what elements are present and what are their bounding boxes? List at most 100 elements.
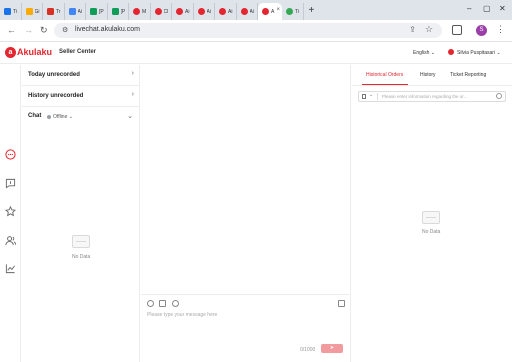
no-data-text: No Data bbox=[72, 254, 91, 260]
address-bar[interactable]: ⚙ livechat.akulaku.com ⇪ ☆ bbox=[54, 23, 442, 38]
url-text[interactable]: livechat.akulaku.com bbox=[75, 26, 140, 33]
tab-title: Ai bbox=[206, 8, 211, 15]
tab-favicon-icon bbox=[4, 8, 11, 15]
tab-title: Ai bbox=[249, 8, 254, 15]
history-unrecorded-row[interactable]: History unrecorded › bbox=[22, 86, 140, 107]
browser-menu-icon[interactable]: ⋮ bbox=[496, 24, 505, 35]
new-tab-button[interactable]: + bbox=[309, 5, 315, 17]
tab-title: Ai bbox=[77, 8, 82, 15]
send-button[interactable]: ➤ bbox=[321, 344, 343, 353]
tab-favicon-icon bbox=[25, 8, 33, 15]
back-icon[interactable]: ← bbox=[7, 25, 16, 35]
browser-tab[interactable]: [P bbox=[86, 3, 108, 20]
today-unrecorded-row[interactable]: Today unrecorded › bbox=[22, 65, 140, 86]
order-icon[interactable] bbox=[172, 300, 179, 307]
message-square-icon[interactable] bbox=[5, 178, 16, 189]
divider bbox=[377, 93, 378, 100]
browser-tab[interactable]: Ti bbox=[0, 3, 22, 20]
browser-toolbar: ← → ↻ ⚙ livechat.akulaku.com ⇪ ☆ S ⋮ bbox=[0, 20, 512, 42]
section-title: Seller Center bbox=[59, 49, 97, 55]
browser-tab[interactable]: Tr bbox=[43, 3, 65, 20]
left-nav-rail bbox=[0, 65, 21, 362]
extensions-icon[interactable] bbox=[452, 25, 462, 35]
tab-favicon-icon bbox=[197, 8, 205, 15]
tab-title: Ai bbox=[228, 8, 233, 15]
chevron-down-icon[interactable]: ⌄ bbox=[369, 92, 373, 98]
browser-tab[interactable]: Cl bbox=[151, 3, 172, 20]
minimize-icon[interactable]: – bbox=[467, 4, 471, 14]
star-icon[interactable] bbox=[5, 206, 16, 217]
chat-bubble-icon[interactable] bbox=[5, 149, 16, 160]
quick-reply-icon[interactable] bbox=[338, 300, 345, 307]
site-info-icon[interactable]: ⚙ bbox=[62, 26, 68, 34]
order-search-input[interactable]: ⌄ Please enter information regarding the… bbox=[358, 91, 506, 102]
no-data-text: No Data bbox=[422, 229, 441, 235]
active-tab-indicator bbox=[362, 84, 408, 85]
chevron-right-icon: › bbox=[131, 70, 134, 77]
language-selector[interactable]: English ⌄ bbox=[413, 50, 435, 56]
tab-favicon-icon bbox=[286, 8, 293, 15]
maximize-icon[interactable]: ▢ bbox=[483, 4, 491, 14]
browser-tab-strip: Ti Gi Tr Ai [P [P M Cl Ai Ai Ai Ai A × Ti + bbox=[0, 0, 512, 20]
search-icon[interactable] bbox=[496, 93, 502, 99]
profile-avatar[interactable]: S bbox=[476, 25, 487, 36]
browser-tab[interactable]: Ai bbox=[172, 3, 194, 20]
app-header: a Akulaku Seller Center English ⌄ Silvia… bbox=[0, 42, 512, 64]
bookmark-star-icon[interactable]: ☆ bbox=[425, 24, 433, 35]
tab-favicon-icon bbox=[262, 8, 269, 15]
empty-box-icon bbox=[72, 235, 90, 248]
online-status-dropdown[interactable]: Offline ⌄ bbox=[53, 114, 73, 120]
tab-favicon-icon bbox=[47, 8, 54, 15]
browser-tab[interactable]: A × bbox=[258, 3, 282, 20]
forward-icon[interactable]: → bbox=[24, 25, 33, 35]
emoji-icon[interactable] bbox=[147, 300, 154, 307]
tab-title: M bbox=[142, 8, 147, 15]
browser-tab[interactable]: Ti bbox=[282, 3, 304, 20]
chevron-down-icon[interactable]: ⌄ bbox=[127, 112, 133, 120]
status-dot-icon bbox=[47, 115, 51, 119]
search-placeholder[interactable]: Please enter information regarding the o… bbox=[382, 94, 500, 99]
message-input[interactable]: Please type your message here bbox=[147, 312, 217, 318]
character-counter: 0/1000 bbox=[300, 347, 316, 353]
browser-tab[interactable]: Ai bbox=[65, 3, 86, 20]
tab-title: Tr bbox=[56, 8, 61, 15]
customer-info-panel: Historical Orders History Ticket Reporti… bbox=[352, 65, 512, 362]
empty-box-icon bbox=[422, 211, 440, 224]
browser-tab[interactable]: Ai bbox=[194, 3, 215, 20]
akulaku-logo-icon: a bbox=[5, 47, 16, 58]
tab-favicon-icon bbox=[90, 8, 97, 15]
browser-tab[interactable]: Ai bbox=[215, 3, 237, 20]
close-tab-icon[interactable]: × bbox=[276, 7, 280, 13]
message-composer: Please type your message here 0/1000 ➤ bbox=[141, 294, 351, 362]
tab-favicon-icon bbox=[111, 8, 119, 15]
tab-favicon-icon bbox=[154, 8, 162, 15]
image-upload-icon[interactable] bbox=[159, 300, 166, 307]
history-unrecorded-label: History unrecorded bbox=[28, 93, 84, 99]
browser-tab[interactable]: Ai bbox=[237, 3, 258, 20]
today-unrecorded-label: Today unrecorded bbox=[28, 72, 80, 78]
browser-tab[interactable]: Gi bbox=[22, 3, 43, 20]
tab-title: Gi bbox=[34, 8, 40, 15]
tab-historical-orders[interactable]: Historical Orders bbox=[366, 72, 403, 78]
user-menu[interactable]: Silvia Puspitasari ⌄ bbox=[457, 50, 501, 56]
tab-favicon-icon bbox=[240, 8, 248, 15]
tab-title: Ti bbox=[13, 8, 17, 15]
browser-tab[interactable]: M bbox=[129, 3, 151, 20]
tab-title: Cl bbox=[163, 8, 169, 15]
tab-title: Ai bbox=[185, 8, 190, 15]
chat-section-label: Chat bbox=[28, 113, 42, 119]
chat-window: Please type your message here 0/1000 ➤ bbox=[141, 65, 351, 362]
close-window-icon[interactable]: ✕ bbox=[499, 4, 506, 14]
tab-ticket-reporting[interactable]: Ticket Reporting bbox=[450, 72, 486, 78]
tab-history[interactable]: History bbox=[420, 72, 436, 78]
document-icon bbox=[362, 94, 366, 99]
chart-icon[interactable] bbox=[5, 263, 16, 274]
tab-favicon-icon bbox=[219, 8, 226, 15]
chevron-right-icon: › bbox=[131, 91, 134, 98]
share-icon[interactable]: ⇪ bbox=[409, 25, 416, 34]
users-icon[interactable] bbox=[5, 235, 16, 246]
browser-tab[interactable]: [P bbox=[108, 3, 129, 20]
tab-favicon-icon bbox=[176, 8, 183, 15]
tab-title: Ti bbox=[295, 8, 299, 15]
reload-icon[interactable]: ↻ bbox=[40, 25, 48, 35]
